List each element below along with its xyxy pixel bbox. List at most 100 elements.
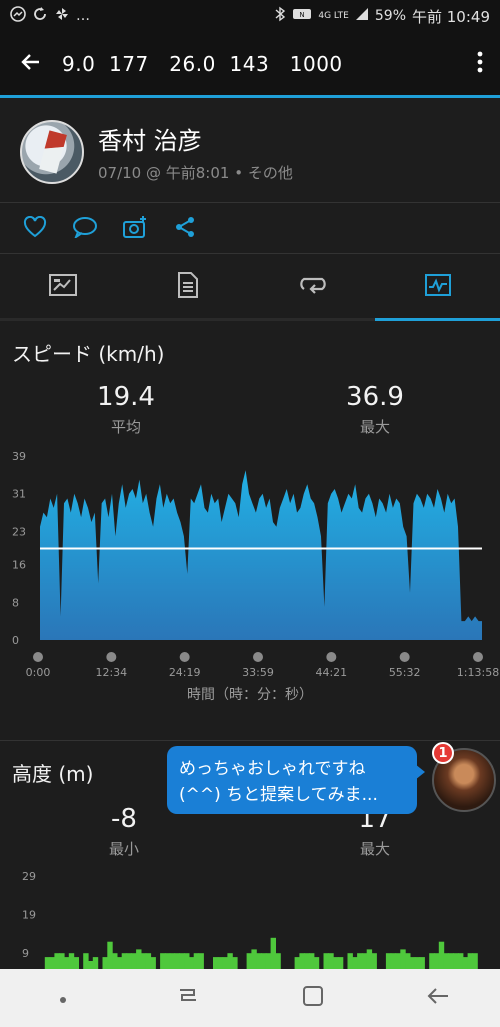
- more-vert-icon: [477, 51, 483, 77]
- tab-charts[interactable]: [375, 255, 500, 321]
- back-button[interactable]: [0, 33, 62, 95]
- altitude-bar: [299, 953, 305, 969]
- speed-x-tick-label: 24:19: [169, 666, 201, 679]
- speed-x-tick-label: 1:13:58: [457, 666, 499, 679]
- altitude-bar: [265, 953, 272, 969]
- speed-x-tick-dot: [473, 652, 483, 662]
- tab-laps[interactable]: [250, 255, 375, 318]
- altitude-bar: [59, 953, 65, 969]
- speed-average-label: 平均: [110, 418, 141, 436]
- add-photo-button[interactable]: [122, 215, 148, 243]
- altitude-bar: [400, 949, 406, 969]
- altitude-bar: [116, 957, 123, 969]
- recents-icon: [177, 986, 199, 1010]
- speed-y-tick-label: 0: [12, 634, 19, 647]
- avatar[interactable]: [20, 119, 84, 184]
- activity-tabs: [0, 255, 500, 321]
- altitude-chart[interactable]: 9 19 29: [0, 868, 500, 969]
- svg-text:N: N: [300, 11, 305, 19]
- altitude-bar: [419, 957, 425, 969]
- speed-y-tick-label: 23: [12, 525, 26, 538]
- speed-x-tick-dot: [253, 652, 263, 662]
- speed-y-tick-label: 8: [12, 596, 19, 609]
- speed-max-stat: 36.9 最大: [315, 382, 435, 437]
- nav-dot-button[interactable]: [33, 973, 93, 1023]
- messenger-icon: [10, 6, 26, 26]
- section-divider: [0, 740, 500, 741]
- altitude-bar: [44, 957, 51, 969]
- altitude-bar: [361, 953, 368, 969]
- heart-icon: [23, 215, 47, 242]
- altitude-bar: [275, 953, 281, 969]
- back-arrow-icon: [426, 986, 450, 1010]
- altitude-bar: [64, 957, 70, 969]
- altitude-bar: [256, 953, 262, 969]
- altitude-bar: [270, 937, 276, 969]
- share-button[interactable]: [172, 216, 198, 242]
- altitude-bar: [126, 953, 132, 969]
- speed-average-stat: 19.4 平均: [66, 382, 186, 437]
- altitude-bar: [213, 957, 219, 969]
- altitude-bar: [333, 957, 339, 969]
- altitude-bar: [92, 957, 99, 969]
- camera-plus-icon: [122, 215, 148, 243]
- speed-max-value: 36.9: [346, 382, 404, 412]
- lte-signal-label: 4G LTE: [318, 11, 349, 21]
- signal-icon: [355, 7, 369, 25]
- comment-button[interactable]: [72, 216, 98, 242]
- altitude-y-tick-label: 29: [22, 870, 36, 883]
- like-button[interactable]: [22, 215, 48, 242]
- share-icon: [174, 216, 196, 242]
- recents-button[interactable]: [158, 973, 218, 1023]
- user-name[interactable]: 香村 治彦: [98, 121, 293, 156]
- altitude-bar: [232, 957, 238, 969]
- tab-stats[interactable]: [125, 255, 250, 318]
- comment-icon: [72, 216, 98, 242]
- altitude-bar: [112, 953, 118, 969]
- back-nav-button[interactable]: [408, 973, 468, 1023]
- altitude-bar: [448, 953, 454, 969]
- sync-icon: [32, 6, 48, 26]
- altitude-bar: [217, 957, 224, 969]
- speed-max-label: 最大: [359, 418, 390, 436]
- chat-head-avatar[interactable]: 1: [432, 742, 496, 812]
- speed-chart[interactable]: 0 8 16 23 31 39 0:00 12:34 24:19 33:59 44:21 55:32 1…: [0, 446, 500, 686]
- altitude-bar: [140, 953, 147, 969]
- altitude-bar: [174, 953, 180, 969]
- altitude-bar: [251, 949, 257, 969]
- altitude-bar: [184, 953, 190, 969]
- altitude-bar: [160, 953, 166, 969]
- pinwheel-icon: [54, 6, 70, 26]
- tab-overview[interactable]: [0, 255, 125, 318]
- status-bar: … N 4G LTE 59% 午前 10:49: [0, 0, 500, 32]
- altitude-bar: [294, 957, 300, 969]
- document-icon: [177, 271, 199, 303]
- altitude-y-tick-label: 19: [22, 909, 36, 922]
- altitude-min-value: -8: [111, 804, 137, 834]
- altitude-bar: [246, 953, 252, 969]
- home-button[interactable]: [283, 973, 343, 1023]
- profile-header: 香村 治彦 07/10 @ 午前8:01 • その他: [0, 101, 500, 203]
- altitude-bar: [164, 953, 171, 969]
- altitude-bar: [188, 957, 195, 969]
- dot-icon: [59, 989, 67, 1008]
- altitude-bar: [438, 941, 445, 969]
- altitude-bar: [222, 957, 228, 969]
- speed-x-tick-dot: [106, 652, 117, 662]
- speed-x-tick-label: 44:21: [315, 666, 347, 679]
- overflow-menu-button[interactable]: [460, 33, 500, 95]
- chat-bubble-message[interactable]: めっちゃおしゃれですね (^^) ちと提案してみま...: [167, 746, 425, 814]
- app-bar: 9.0 177 26.0 143 1000: [0, 32, 500, 98]
- altitude-bar: [472, 953, 478, 969]
- altitude-bar: [304, 953, 310, 969]
- altitude-bar: [102, 957, 108, 969]
- altitude-bar: [429, 953, 435, 969]
- speed-x-tick-dot: [326, 652, 337, 662]
- altitude-bar: [453, 953, 459, 969]
- system-nav-bar: [0, 969, 500, 1027]
- altitude-bar: [443, 953, 449, 969]
- altitude-bar: [385, 953, 392, 969]
- status-time: 午前 10:49: [412, 7, 490, 26]
- altitude-bar: [462, 957, 469, 969]
- altitude-min-stat: -8 最小: [64, 804, 184, 859]
